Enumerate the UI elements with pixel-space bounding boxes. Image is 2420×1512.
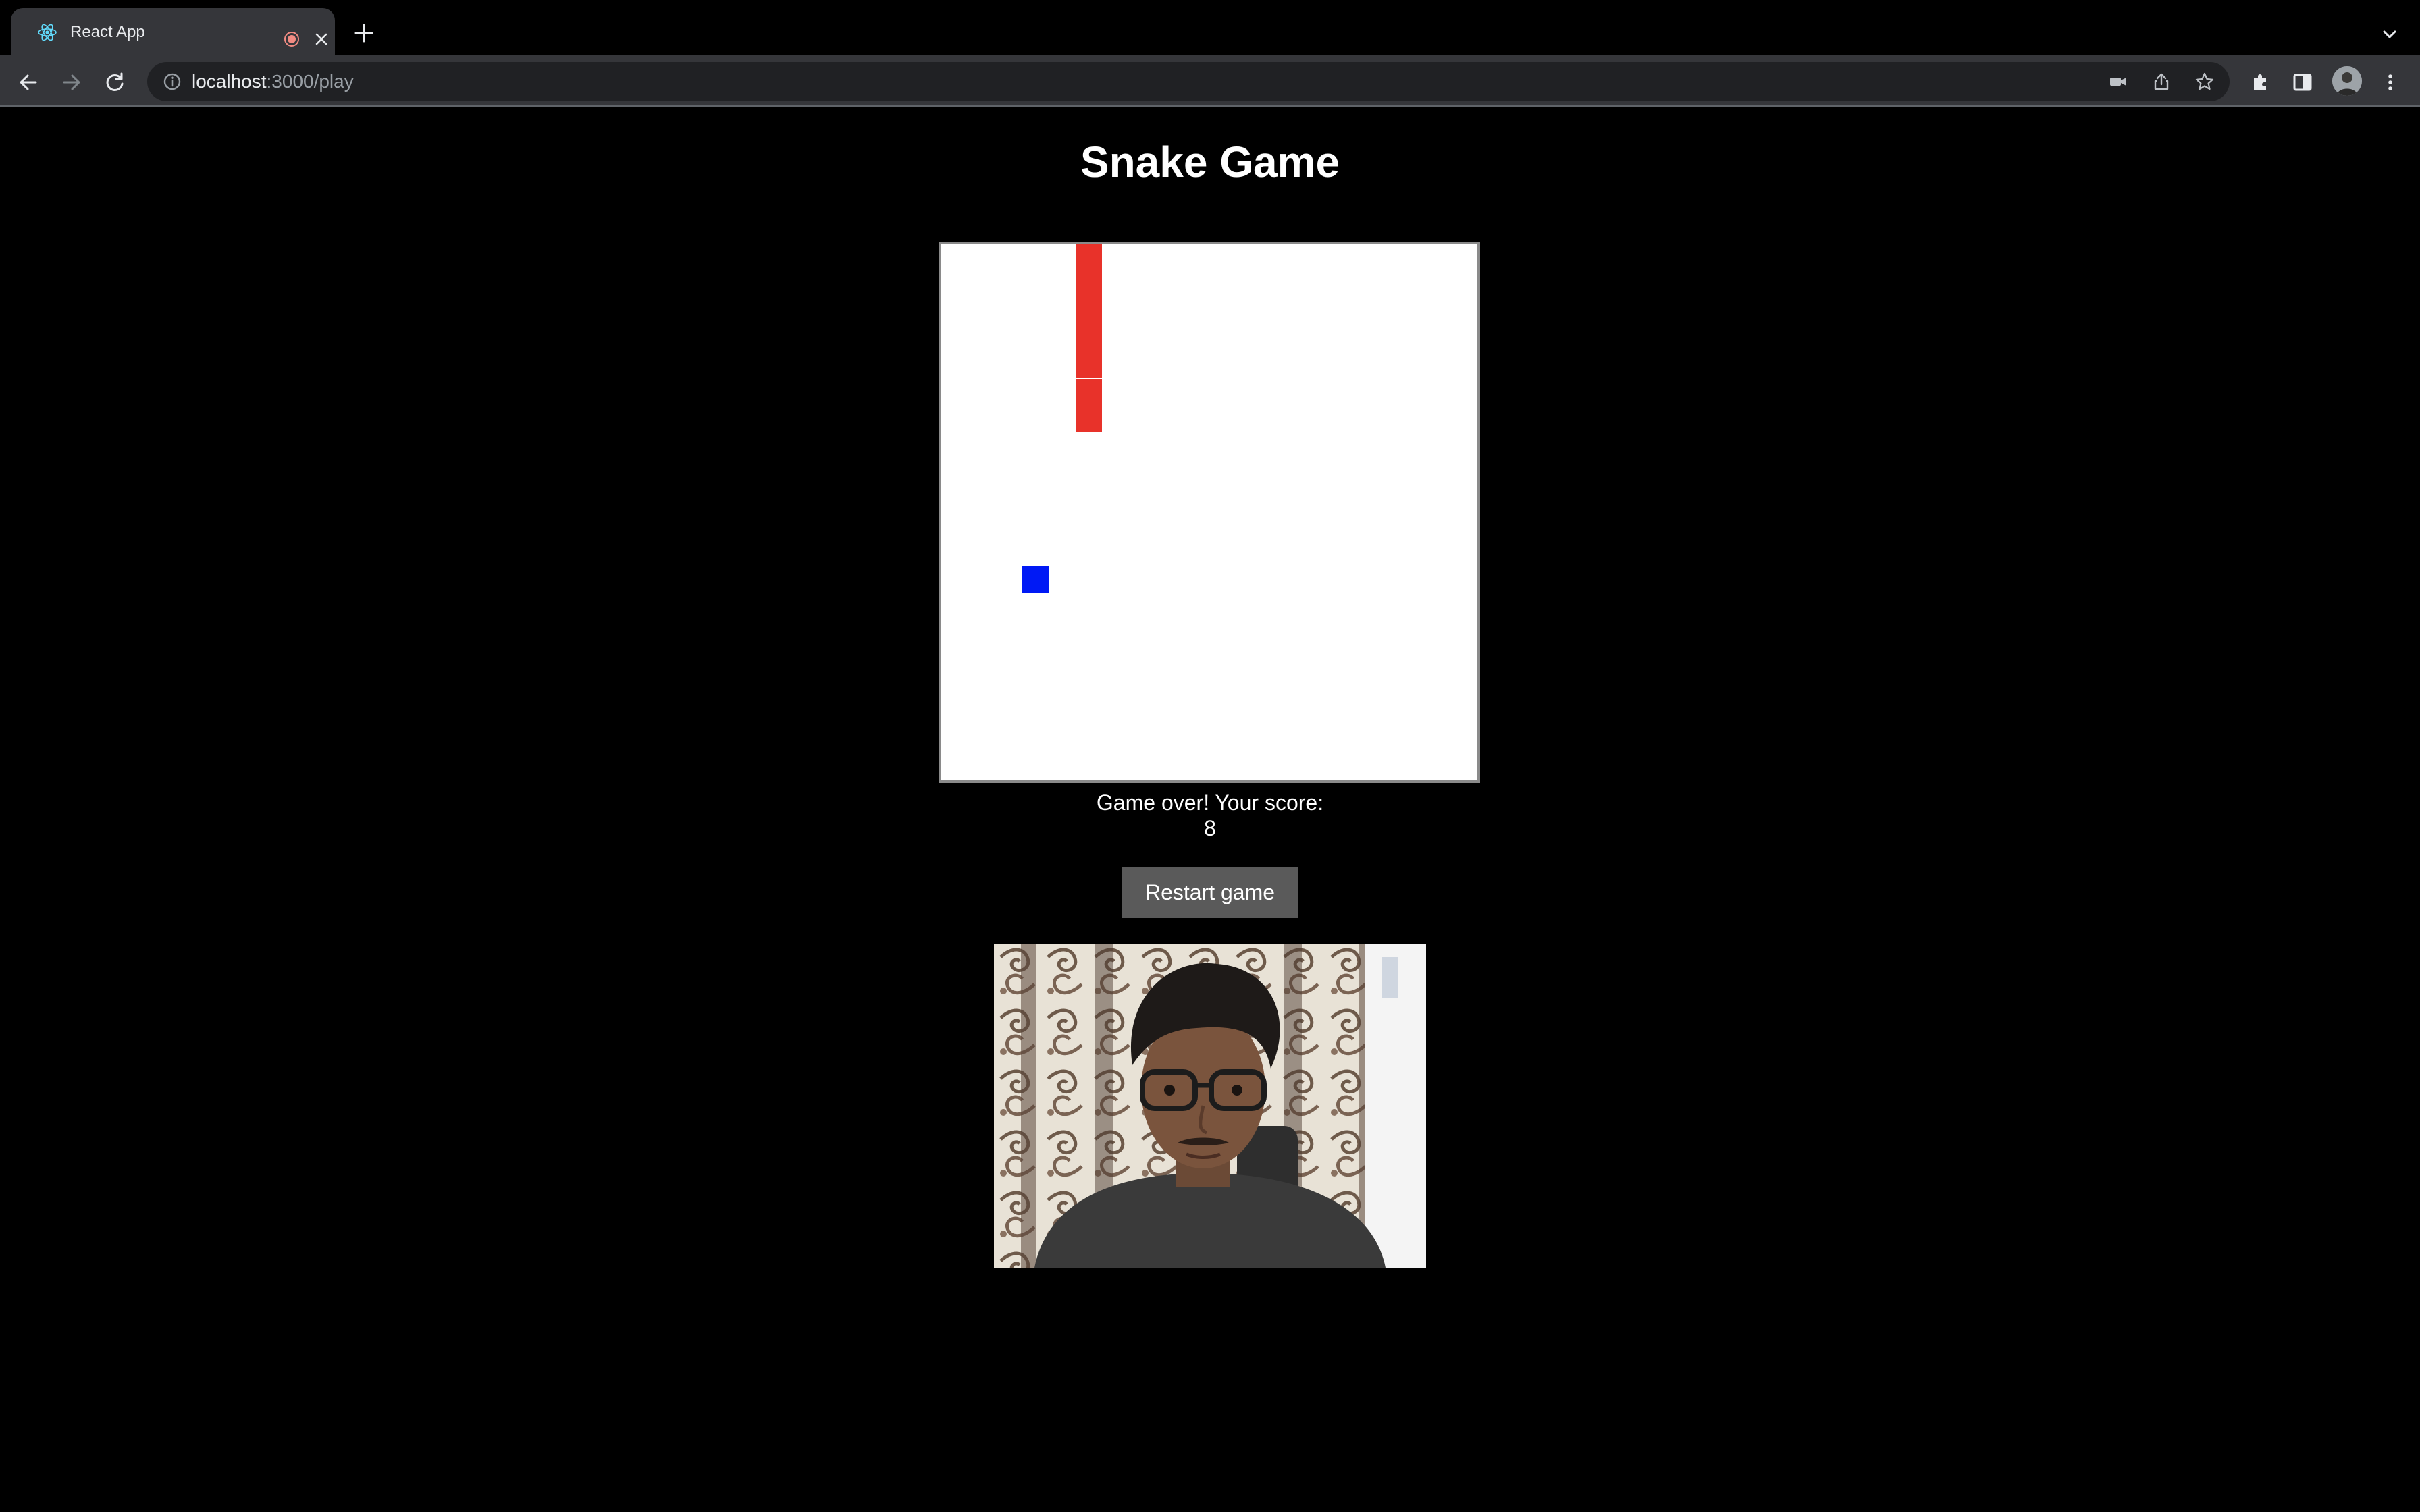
webcam-video-frame <box>994 944 1426 1268</box>
snake-segment <box>1075 325 1103 352</box>
restart-game-button[interactable]: Restart game <box>1122 867 1298 918</box>
new-tab-icon[interactable] <box>352 22 375 45</box>
page-title: Snake Game <box>1080 138 1340 186</box>
reload-icon[interactable] <box>103 70 127 94</box>
profile-photo-icon <box>2332 66 2362 96</box>
back-arrow-icon[interactable] <box>16 70 41 94</box>
kebab-menu-icon[interactable] <box>2378 70 2402 94</box>
snake-segment <box>1075 378 1103 406</box>
score-value: 8 <box>1204 816 1216 840</box>
snake-segment <box>1075 298 1103 325</box>
game-over-message: Game over! Your score: 8 <box>0 790 2420 841</box>
snake-segment <box>1075 351 1103 379</box>
browser-tab[interactable]: React App <box>11 8 335 55</box>
tab-title: React App <box>70 23 145 41</box>
side-panel-icon[interactable] <box>2290 70 2315 94</box>
game-board <box>939 242 1480 783</box>
recording-indicator-icon <box>284 32 299 47</box>
snake-segment <box>1075 271 1103 298</box>
game-over-text: Game over! Your score: <box>1096 790 1324 815</box>
url-text[interactable]: localhost:3000/play <box>192 71 354 92</box>
camera-icon[interactable] <box>2108 72 2128 92</box>
url-path: :3000/play <box>266 71 354 92</box>
tab-strip: React App <box>0 0 2420 55</box>
address-bar[interactable]: localhost:3000/play <box>147 62 2230 101</box>
snake-segment <box>1075 244 1103 271</box>
share-icon[interactable] <box>2151 72 2172 92</box>
food-pellet <box>1022 566 1049 593</box>
profile-avatar[interactable] <box>2332 66 2362 96</box>
forward-arrow-icon[interactable] <box>59 70 84 94</box>
snake-segment <box>1075 405 1103 432</box>
tab-search-chevron-icon[interactable] <box>2379 24 2400 45</box>
webcam-feed <box>994 944 1426 1268</box>
react-logo-icon <box>38 24 57 41</box>
site-info-icon[interactable] <box>162 72 182 92</box>
url-host: localhost <box>192 71 267 92</box>
browser-toolbar: localhost:3000/play <box>0 55 2420 107</box>
extensions-icon[interactable] <box>2248 70 2273 94</box>
page-content: Snake Game Game over! Your score: 8 Rest… <box>0 108 2420 1512</box>
close-tab-icon[interactable] <box>313 31 330 47</box>
bookmark-star-icon[interactable] <box>2194 72 2215 92</box>
